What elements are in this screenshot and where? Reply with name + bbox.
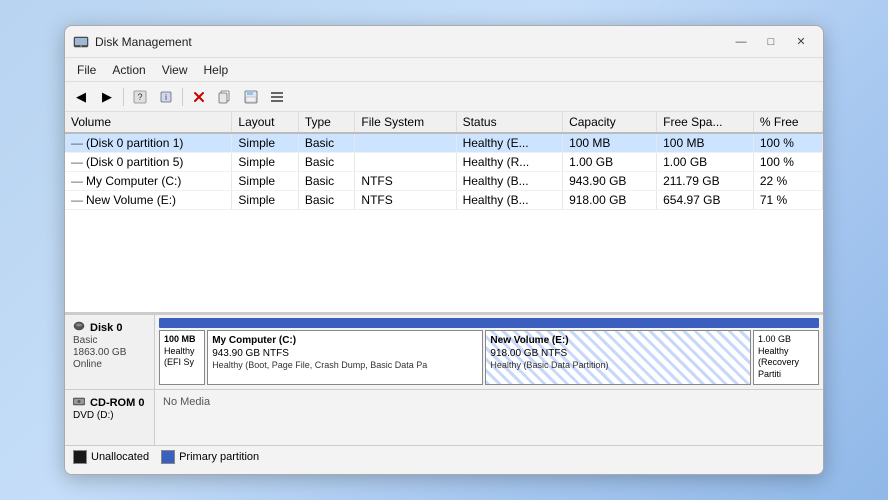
maximize-button[interactable]: □ <box>757 31 785 53</box>
menu-view[interactable]: View <box>154 61 196 79</box>
menu-help[interactable]: Help <box>196 61 237 79</box>
copy-button[interactable] <box>213 86 237 108</box>
toolbar-separator-1 <box>123 88 124 106</box>
back-button[interactable]: ◀ <box>69 86 93 108</box>
col-filesystem[interactable]: File System <box>355 112 456 133</box>
toolbar-separator-2 <box>182 88 183 106</box>
cell-type: Basic <box>298 191 355 210</box>
cell-freespace: 1.00 GB <box>657 153 754 172</box>
cell-volume: —My Computer (C:) <box>65 172 232 191</box>
cell-percentfree: 71 % <box>753 191 822 210</box>
window-controls: — □ ✕ <box>727 31 815 53</box>
cdrom0-content: No Media <box>155 390 823 445</box>
cell-capacity: 943.90 GB <box>563 172 657 191</box>
cell-percentfree: 100 % <box>753 153 822 172</box>
svg-text:?: ? <box>137 92 142 102</box>
cell-volume: —(Disk 0 partition 5) <box>65 153 232 172</box>
cell-status: Healthy (E... <box>456 133 563 153</box>
toolbar: ◀ ▶ ? i <box>65 82 823 112</box>
volume-table[interactable]: Volume Layout Type File System Status Ca… <box>65 112 823 314</box>
cell-layout: Simple <box>232 191 298 210</box>
cell-filesystem: NTFS <box>355 172 456 191</box>
cell-status: Healthy (B... <box>456 172 563 191</box>
disk-management-window: Disk Management — □ ✕ File Action View H… <box>64 25 824 475</box>
minimize-button[interactable]: — <box>727 31 755 53</box>
cell-layout: Simple <box>232 153 298 172</box>
cell-capacity: 1.00 GB <box>563 153 657 172</box>
close-button[interactable]: ✕ <box>787 31 815 53</box>
properties-button[interactable]: i <box>154 86 178 108</box>
menu-action[interactable]: Action <box>104 61 153 79</box>
cell-filesystem <box>355 133 456 153</box>
menu-file[interactable]: File <box>69 61 104 79</box>
cell-layout: Simple <box>232 133 298 153</box>
window-title: Disk Management <box>95 35 727 49</box>
table-row[interactable]: —New Volume (E:)SimpleBasicNTFSHealthy (… <box>65 191 823 210</box>
disk0-top-bar <box>159 318 819 328</box>
cell-freespace: 654.97 GB <box>657 191 754 210</box>
title-bar: Disk Management — □ ✕ <box>65 26 823 58</box>
cell-percentfree: 100 % <box>753 133 822 153</box>
col-capacity[interactable]: Capacity <box>563 112 657 133</box>
help-toolbar-button[interactable]: ? <box>128 86 152 108</box>
cell-freespace: 211.79 GB <box>657 172 754 191</box>
cell-type: Basic <box>298 172 355 191</box>
table-row[interactable]: —(Disk 0 partition 1)SimpleBasic Healthy … <box>65 133 823 153</box>
view-button[interactable] <box>265 86 289 108</box>
forward-button[interactable]: ▶ <box>95 86 119 108</box>
legend-unallocated: Unallocated <box>73 450 149 464</box>
cell-capacity: 100 MB <box>563 133 657 153</box>
cell-volume: —New Volume (E:) <box>65 191 232 210</box>
partition-e[interactable]: New Volume (E:) 918.00 GB NTFS Healthy (… <box>485 330 751 385</box>
app-icon <box>73 34 89 50</box>
legend-primary-label: Primary partition <box>179 451 259 463</box>
disk0-partition-blocks: 100 MB Healthy (EFI Sy My Computer (C:) … <box>159 330 819 385</box>
save-button[interactable] <box>239 86 263 108</box>
table-header-row: Volume Layout Type File System Status Ca… <box>65 112 823 133</box>
legend-bar: Unallocated Primary partition <box>65 445 823 467</box>
partition-recovery[interactable]: 1.00 GB Healthy (Recovery Partiti <box>753 330 819 385</box>
disk0-partitions: 100 MB Healthy (EFI Sy My Computer (C:) … <box>155 315 823 389</box>
disk0-label: Disk 0 Basic 1863.00 GB Online <box>65 315 155 389</box>
main-content: Volume Layout Type File System Status Ca… <box>65 112 823 474</box>
cell-layout: Simple <box>232 172 298 191</box>
col-volume[interactable]: Volume <box>65 112 232 133</box>
disk-section: Disk 0 Basic 1863.00 GB Online 100 MB He… <box>65 314 823 474</box>
cell-status: Healthy (B... <box>456 191 563 210</box>
legend-unallocated-label: Unallocated <box>91 451 149 463</box>
svg-text:i: i <box>165 93 167 102</box>
partition-c[interactable]: My Computer (C:) 943.90 GB NTFS Healthy … <box>207 330 483 385</box>
cdrom0-label: CD-ROM 0 DVD (D:) <box>65 390 155 445</box>
col-layout[interactable]: Layout <box>232 112 298 133</box>
cell-type: Basic <box>298 153 355 172</box>
partition-efi[interactable]: 100 MB Healthy (EFI Sy <box>159 330 205 385</box>
table-row[interactable]: —(Disk 0 partition 5)SimpleBasic Healthy … <box>65 153 823 172</box>
cdrom0-row: CD-ROM 0 DVD (D:) No Media <box>65 390 823 445</box>
cell-type: Basic <box>298 133 355 153</box>
menu-bar: File Action View Help <box>65 58 823 82</box>
col-freespace[interactable]: Free Spa... <box>657 112 754 133</box>
col-status[interactable]: Status <box>456 112 563 133</box>
disk0-row: Disk 0 Basic 1863.00 GB Online 100 MB He… <box>65 315 823 390</box>
legend-color-unallocated <box>73 450 87 464</box>
delete-button[interactable] <box>187 86 211 108</box>
col-percentfree[interactable]: % Free <box>753 112 822 133</box>
cell-percentfree: 22 % <box>753 172 822 191</box>
legend-primary: Primary partition <box>161 450 259 464</box>
cell-status: Healthy (R... <box>456 153 563 172</box>
cell-filesystem <box>355 153 456 172</box>
col-type[interactable]: Type <box>298 112 355 133</box>
legend-color-primary <box>161 450 175 464</box>
cell-filesystem: NTFS <box>355 191 456 210</box>
table-row[interactable]: —My Computer (C:)SimpleBasicNTFSHealthy … <box>65 172 823 191</box>
cell-capacity: 918.00 GB <box>563 191 657 210</box>
cell-freespace: 100 MB <box>657 133 754 153</box>
cell-volume: —(Disk 0 partition 1) <box>65 133 232 153</box>
